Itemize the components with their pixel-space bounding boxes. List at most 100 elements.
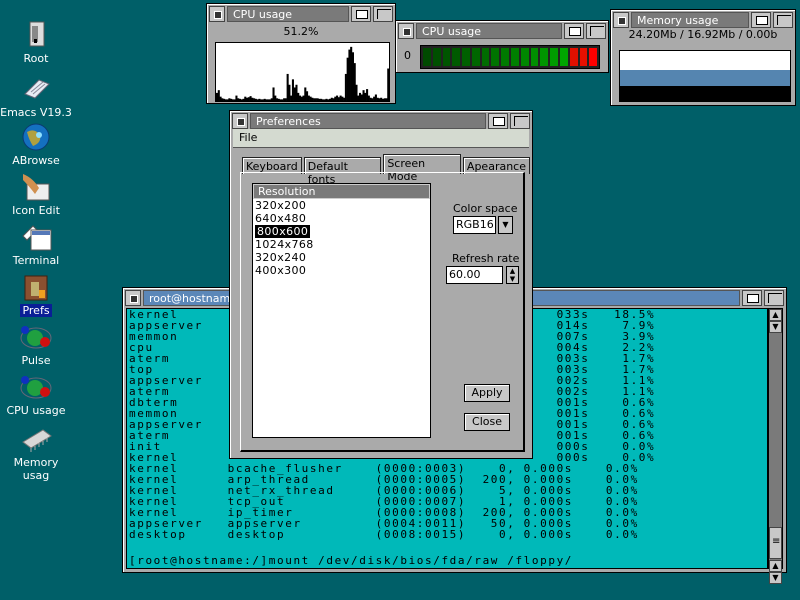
cpu-history-bar (355, 84, 358, 101)
cpu-meter-segment (452, 48, 461, 66)
resolution-item[interactable]: 1024x768 (253, 238, 430, 251)
cpu-meter-segment (511, 48, 519, 66)
cpu-history-bar (261, 99, 264, 101)
cpu-meter-segment (540, 48, 549, 66)
color-space-value[interactable]: RGB16 (453, 216, 496, 234)
resolution-item[interactable]: 640x480 (253, 212, 430, 225)
scroll-down-arrow-icon[interactable]: ▼ (769, 572, 782, 584)
zoom-icon[interactable] (742, 290, 762, 306)
cpu-history-bar (240, 99, 243, 101)
cpu-history-bar (311, 97, 314, 101)
resolution-item[interactable]: 320x200 (253, 199, 430, 212)
title-bar[interactable]: CPU usage (209, 6, 393, 22)
computer-tower-icon (19, 20, 53, 50)
scroll-down-arrow-icon[interactable]: ▼ (769, 321, 782, 333)
cpu-history-bar (318, 98, 321, 101)
refresh-rate-label: Refresh rate (452, 252, 520, 265)
memory-summary: 24.20Mb / 16.92Mb / 0.00b (628, 28, 778, 41)
zoom-icon[interactable] (488, 113, 508, 129)
cpu-history-bar (291, 79, 294, 101)
cpu-history-bar (341, 96, 344, 101)
cpu-meter-segment (520, 48, 529, 66)
close-icon[interactable] (209, 6, 225, 22)
desktop-icon-memory-usag[interactable]: Memory usag (0, 424, 74, 482)
resolution-item-label: 640x480 (255, 212, 307, 225)
color-space-select[interactable]: RGB16 ▼ (453, 216, 513, 234)
close-icon[interactable] (398, 23, 414, 39)
apply-button[interactable]: Apply (464, 384, 510, 402)
title-bar[interactable]: CPU usage (398, 23, 606, 39)
cpu-history-bar (367, 95, 370, 101)
close-icon[interactable] (232, 113, 248, 129)
chevron-down-icon[interactable]: ▼ (498, 216, 513, 234)
resolution-item[interactable]: 800x600 (253, 225, 430, 238)
cpu-history-bar (284, 98, 287, 101)
close-icon[interactable] (613, 12, 629, 28)
cpu-history-graph (215, 42, 390, 102)
preferences-window: Preferences File Keyboard Default fonts … (229, 110, 533, 459)
refresh-rate-stepper[interactable]: ▲ ▼ (506, 266, 519, 284)
title-bar[interactable]: Preferences (232, 113, 530, 129)
close-button[interactable]: Close (464, 413, 510, 431)
desktop-icon-icon-edit[interactable]: Icon Edit (0, 172, 74, 217)
stepper-up-icon[interactable]: ▲ (510, 267, 515, 275)
cpu-atoms-icon (19, 372, 53, 402)
desktop-icon-prefs[interactable]: Prefs (0, 272, 74, 317)
scroll-up-arrow-icon[interactable]: ▲ (769, 560, 782, 572)
minimize-icon[interactable] (510, 113, 530, 129)
desktop-icon-abrowse[interactable]: ABrowse (0, 122, 74, 167)
resolution-item[interactable]: 400x300 (253, 264, 430, 277)
cpu-history-bar (249, 96, 252, 101)
desktop-icon-pulse[interactable]: Pulse (0, 322, 74, 367)
resolution-items: 320x200 640x480 800x600 1024x768 320x240 400x… (253, 199, 430, 277)
resolution-item[interactable]: 320x240 (253, 251, 430, 264)
cpu-history-bar (330, 97, 333, 101)
cpu-history-bar (256, 99, 259, 101)
cpu-history-bar (246, 97, 249, 101)
minimize-icon[interactable] (773, 12, 793, 28)
cpu-history-bar (366, 89, 369, 101)
desktop-icon-emacs-v19-3[interactable]: Emacs V19.3 (0, 74, 74, 119)
minimize-icon[interactable] (764, 290, 784, 306)
cpu-meter-segment (471, 48, 480, 66)
cpu-history-bar (288, 84, 291, 101)
cpu-meter-segment (423, 48, 431, 66)
resolution-list[interactable]: Resolution 320x200 640x480 800x600 1024x768… (252, 183, 431, 438)
scroll-up-arrow-icon[interactable]: ▲ (769, 309, 782, 321)
desktop-icon-cpu-usage[interactable]: CPU usage (0, 372, 74, 417)
cpu-history-bar (381, 98, 385, 101)
zoom-icon[interactable] (351, 6, 371, 22)
stepper-down-icon[interactable]: ▼ (510, 275, 515, 283)
cpu-history-bar (334, 96, 337, 101)
minimize-icon[interactable] (373, 6, 393, 22)
cpu-history-bar (283, 98, 286, 101)
cpu-history-bar (258, 98, 261, 101)
desktop-icon-root[interactable]: Root (0, 20, 74, 65)
cpu-history-bar (304, 87, 307, 101)
cpu-meter-segment (432, 48, 441, 66)
minimize-icon[interactable] (586, 23, 606, 39)
resolution-item-label: 320x240 (255, 251, 307, 264)
cpu-history-bar (351, 52, 354, 101)
cpu-history-bar (253, 98, 256, 101)
cpu-meter-segment (530, 48, 539, 66)
desktop-icon-terminal[interactable]: Terminal (0, 222, 74, 267)
tab-screen-mode[interactable]: Screen Mode (383, 154, 461, 183)
zoom-icon[interactable] (564, 23, 584, 39)
vertical-scrollbar[interactable]: ▲ ▼ ▲ ▼ (768, 308, 783, 584)
close-icon[interactable] (125, 290, 141, 306)
cpu-history-bar (344, 73, 347, 101)
cpu-history-bar (336, 95, 339, 101)
cpu-history-bar (231, 99, 234, 101)
cpu-history-bar (320, 98, 323, 101)
cpu-history-bar (293, 87, 296, 101)
refresh-rate-input[interactable]: 60.00 (446, 266, 503, 284)
zoom-icon[interactable] (751, 12, 771, 28)
cpu-history-bar (279, 99, 282, 101)
scroll-thumb[interactable] (769, 527, 782, 559)
cpu-history-bar (260, 99, 263, 101)
title-bar[interactable]: Memory usage (613, 12, 793, 28)
menu-file[interactable]: File (239, 131, 257, 144)
desktop-icon-label: CPU usage (6, 404, 66, 417)
cpu-history-bar (223, 98, 226, 101)
